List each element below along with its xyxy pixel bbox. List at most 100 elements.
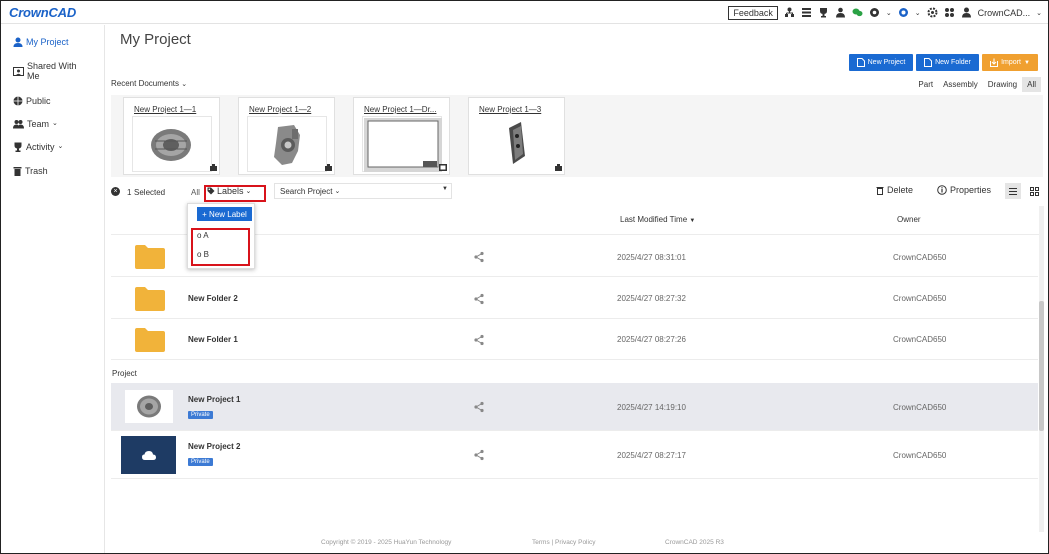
new-project-button[interactable]: New Project <box>849 54 913 71</box>
file-icon <box>856 58 865 67</box>
team-icon[interactable] <box>835 7 846 18</box>
row-owner: CrownCAD650 <box>893 403 947 412</box>
properties-label: Properties <box>950 185 992 195</box>
user-menu[interactable]: CrownCAD... <box>978 8 1031 18</box>
share-icon[interactable] <box>473 449 485 461</box>
sidebar-item-my-project[interactable]: My Project <box>13 37 69 47</box>
share-icon[interactable] <box>473 293 485 305</box>
share-icon[interactable] <box>473 401 485 413</box>
globe-icon[interactable] <box>898 7 909 18</box>
properties-button[interactable]: Properties <box>937 185 991 195</box>
sidebar-item-public[interactable]: Public <box>13 96 51 106</box>
settings-icon[interactable] <box>869 7 880 18</box>
column-last-modified-label: Last Modified Time <box>620 215 688 224</box>
terms-link[interactable]: Terms | Privacy Policy <box>532 539 595 546</box>
table-row[interactable]: New Folder 1 2025/4/27 08:27:26 CrownCAD… <box>111 319 1038 360</box>
table-row[interactable]: New Project 1 Private 2025/4/27 14:19:10… <box>111 383 1038 431</box>
recent-card[interactable]: New Project 1—Dr... <box>353 97 450 175</box>
list-view-button[interactable] <box>1005 183 1021 199</box>
grid-view-button[interactable] <box>1027 183 1041 199</box>
top-bar: CrownCAD Feedback ⌄ ⌄ CrownCAD... ⌄ <box>1 1 1048 24</box>
private-badge: Private <box>188 458 213 466</box>
trophy-icon[interactable] <box>818 7 829 18</box>
chat-icon[interactable] <box>852 7 863 18</box>
new-folder-button[interactable]: New Folder <box>916 54 979 71</box>
user-icon[interactable] <box>961 7 972 18</box>
recent-card[interactable]: New Project 1—2 <box>238 97 335 175</box>
filter-all[interactable]: All <box>191 188 200 197</box>
sidebar-item-team[interactable]: Team ⌄ <box>13 119 58 129</box>
row-owner: CrownCAD650 <box>893 451 947 460</box>
table-row[interactable]: New Project 2 Private 2025/4/27 08:27:17… <box>111 431 1038 479</box>
chevron-down-icon[interactable]: ⌄ <box>886 9 892 17</box>
selected-label: Selected <box>134 188 166 197</box>
recent-card-title[interactable]: New Project 1—1 <box>134 105 196 114</box>
import-button[interactable]: Import ▼ <box>982 54 1038 71</box>
feedback-button[interactable]: Feedback <box>728 5 778 20</box>
sidebar-item-trash[interactable]: Trash <box>13 166 48 176</box>
row-modified-time: 2025/4/27 08:27:32 <box>617 294 686 303</box>
recent-card[interactable]: New Project 1—1 <box>123 97 220 175</box>
column-owner[interactable]: Owner <box>897 215 921 224</box>
import-icon <box>990 58 999 67</box>
sidebar-item-label: My Project <box>26 37 69 47</box>
share-icon[interactable] <box>473 334 485 346</box>
row-modified-time: 2025/4/27 08:27:17 <box>617 451 686 460</box>
row-name[interactable]: New Project 1 <box>188 395 240 404</box>
hierarchy-icon[interactable] <box>784 7 795 18</box>
part-type-icon <box>325 164 332 171</box>
sort-down-icon: ▼ <box>689 218 696 224</box>
sidebar-item-label: Activity <box>26 142 55 152</box>
scrollbar[interactable] <box>1039 206 1044 532</box>
search-project-field[interactable]: Search Project ⌄ ▼ <box>274 183 452 199</box>
clear-selection-button[interactable]: × <box>111 187 120 196</box>
user-icon <box>13 37 23 47</box>
tab-assembly[interactable]: Assembly <box>938 77 983 92</box>
file-icon <box>924 58 933 67</box>
chevron-down-icon: ⌄ <box>181 81 188 88</box>
folder-icon <box>135 328 165 352</box>
chevron-down-icon[interactable]: ⌄ <box>915 9 921 17</box>
recent-card-title[interactable]: New Project 1—Dr... <box>364 105 436 114</box>
tab-all[interactable]: All <box>1022 77 1041 92</box>
row-modified-time: 2025/4/27 14:19:10 <box>617 403 686 412</box>
recent-documents: New Project 1—1 New Project 1—2 New Proj… <box>111 95 1043 177</box>
recent-documents-label: Recent Documents <box>111 79 180 88</box>
row-name[interactable]: New Folder 2 <box>188 294 238 303</box>
tab-drawing[interactable]: Drawing <box>983 77 1022 92</box>
list-view-icon <box>1009 187 1017 195</box>
caret-down-icon[interactable]: ▼ <box>442 186 448 192</box>
sidebar-item-label: Shared With <box>27 61 77 71</box>
share-icon[interactable] <box>473 251 485 263</box>
project-thumbnail <box>121 436 176 474</box>
table-row[interactable]: New Folder 2 2025/4/27 08:27:32 CrownCAD… <box>111 278 1038 319</box>
list-icon[interactable] <box>801 7 812 18</box>
row-owner: CrownCAD650 <box>893 335 947 344</box>
sidebar-item-activity[interactable]: Activity ⌄ <box>13 142 63 152</box>
footer: Copyright © 2019 - 2025 HuaYun Technolog… <box>106 535 1047 552</box>
delete-label: Delete <box>887 185 914 195</box>
recent-card-title[interactable]: New Project 1—2 <box>249 105 311 114</box>
crowncad-logo[interactable]: CrownCAD <box>9 5 76 20</box>
tab-part[interactable]: Part <box>913 77 938 92</box>
sidebar-item-shared-with-me[interactable]: Shared With Me <box>13 61 77 81</box>
globe-icon <box>13 96 23 106</box>
folder-icon <box>135 287 165 311</box>
trash-icon <box>13 167 22 176</box>
copyright-text: Copyright © 2019 - 2025 HuaYun Technolog… <box>321 539 452 546</box>
row-modified-time: 2025/4/27 08:31:01 <box>617 253 686 262</box>
recent-card-title[interactable]: New Project 1—3 <box>479 105 541 114</box>
scrollbar-thumb[interactable] <box>1039 301 1044 431</box>
column-last-modified[interactable]: Last Modified Time ▼ <box>620 215 695 224</box>
row-name[interactable]: New Project 2 <box>188 442 240 451</box>
row-name[interactable]: New Folder 1 <box>188 335 238 344</box>
gear-icon[interactable] <box>927 7 938 18</box>
new-label-button[interactable]: + New Label <box>197 207 252 221</box>
recent-documents-toggle[interactable]: Recent Documents ⌄ <box>111 79 187 88</box>
main-content: My Project New Project New Folder Import… <box>106 25 1047 535</box>
delete-button[interactable]: Delete <box>876 185 913 195</box>
info-icon <box>937 185 947 195</box>
chevron-down-icon[interactable]: ⌄ <box>1036 9 1042 17</box>
apps-icon[interactable] <box>944 7 955 18</box>
recent-card[interactable]: New Project 1—3 <box>468 97 565 175</box>
